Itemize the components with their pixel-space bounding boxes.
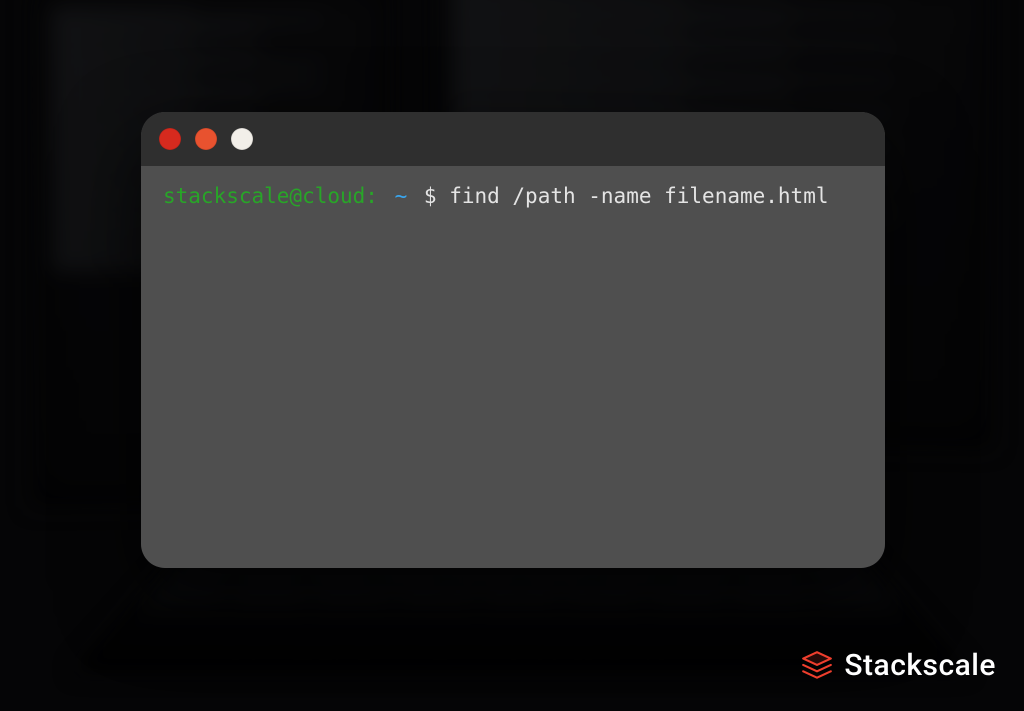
brand-name: Stackscale	[844, 648, 996, 683]
terminal-titlebar[interactable]	[141, 112, 885, 166]
prompt-user: stackscale@cloud:	[163, 184, 378, 208]
terminal-body[interactable]: stackscale@cloud: ~ $ find /path -name f…	[141, 166, 885, 228]
terminal-window[interactable]: stackscale@cloud: ~ $ find /path -name f…	[141, 112, 885, 568]
maximize-icon[interactable]	[231, 128, 253, 150]
prompt-path: ~	[395, 184, 408, 208]
prompt-command: $ find /path -name filename.html	[424, 184, 829, 208]
brand-stack-icon	[800, 649, 834, 683]
minimize-icon[interactable]	[195, 128, 217, 150]
close-icon[interactable]	[159, 128, 181, 150]
stage: stackscale@cloud: ~ $ find /path -name f…	[0, 0, 1024, 711]
brand-logo: Stackscale	[800, 648, 996, 683]
